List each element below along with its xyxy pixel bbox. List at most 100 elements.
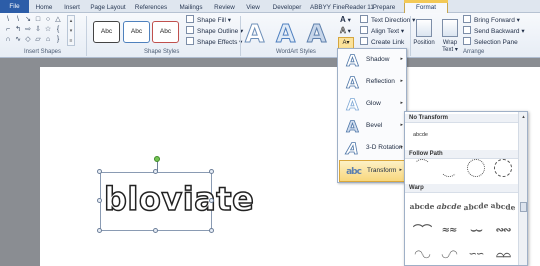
wordart-style-outline[interactable]: A <box>244 19 264 49</box>
text-outline-button[interactable]: A ▾ <box>340 26 351 36</box>
text-effects-menu: A Shadow ▸ A Reflection ▸ A Glow ▸ A Bev… <box>337 48 407 183</box>
tab-mailings[interactable]: Mailings <box>176 2 206 13</box>
arrow-shape-icon[interactable]: ↘ <box>24 16 32 24</box>
send-backward-button[interactable]: Send Backward ▾ <box>463 26 525 36</box>
scribble-shape-icon[interactable]: ∿ <box>14 36 22 44</box>
submenu-scrollbar[interactable]: ▴ <box>518 112 527 265</box>
tab-file[interactable]: File <box>0 0 29 13</box>
wordart-style-blue[interactable]: A <box>275 19 295 49</box>
resize-handle[interactable] <box>97 169 102 174</box>
tab-home[interactable]: Home <box>32 2 56 13</box>
create-link-button[interactable]: Create Link <box>360 37 404 47</box>
connector-shape-icon[interactable]: ↰ <box>14 26 22 34</box>
warp-option[interactable]: abcde <box>436 200 462 214</box>
warp-option[interactable]: ∽∽ <box>463 248 489 262</box>
resize-handle[interactable] <box>153 228 158 233</box>
text-direction-icon <box>360 15 368 23</box>
warp-option[interactable]: ≈≈ <box>436 224 462 238</box>
shadow-effect-icon: A <box>346 51 359 70</box>
send-backward-icon <box>463 26 471 34</box>
selection-pane-button[interactable]: Selection Pane <box>463 37 518 47</box>
menu-item-glow[interactable]: A Glow ▸ <box>339 94 406 116</box>
warp-option[interactable]: abcde <box>463 199 489 216</box>
warp-option[interactable]: ⌣⌣ <box>463 224 489 238</box>
resize-handle[interactable] <box>97 198 102 203</box>
pen-outline-icon <box>186 26 194 34</box>
warp-option[interactable]: ◡◠ <box>436 248 462 262</box>
bracket-shape-icon[interactable]: } <box>54 36 62 44</box>
triangle-shape-icon[interactable]: △ <box>54 16 62 24</box>
curve-shape-icon[interactable]: ∩ <box>4 36 12 44</box>
warp-option[interactable]: abcde <box>409 200 435 214</box>
bring-forward-icon <box>463 15 471 23</box>
arch-down-path-option[interactable] <box>440 159 458 177</box>
line-shape-icon[interactable]: \ <box>4 16 12 24</box>
tab-review[interactable]: Review <box>212 2 237 13</box>
submenu-arrow-icon: ▸ <box>400 100 403 106</box>
tab-prepare[interactable]: Prepare <box>370 2 398 13</box>
bring-forward-button[interactable]: Bring Forward ▾ <box>463 15 520 25</box>
shape-fill-button[interactable]: Shape Fill ▾ <box>186 15 231 25</box>
wordart-style-gradient[interactable]: A <box>306 19 326 49</box>
rotation-handle[interactable] <box>154 156 160 162</box>
submenu-arrow-icon: ▸ <box>400 56 403 62</box>
wrap-text-button[interactable]: Wrap Text ▾ <box>439 17 461 57</box>
resize-handle[interactable] <box>153 169 158 174</box>
arrow-right-shape-icon[interactable]: ⇨ <box>24 26 32 34</box>
arrow-down-shape-icon[interactable]: ⇩ <box>34 26 42 34</box>
tab-format[interactable]: Format <box>404 0 448 14</box>
shape-style-blue[interactable]: Abc <box>123 21 150 43</box>
resize-handle[interactable] <box>209 198 214 203</box>
shapes-gallery[interactable]: \ \ ↘ □ ○ △ ⌐ ↰ ⇨ ⇩ ☆ { ∩ ∿ ◇ ▱ ⌂ } <box>4 16 66 46</box>
menu-item-reflection[interactable]: A Reflection ▸ <box>339 72 406 94</box>
resize-handle[interactable] <box>209 169 214 174</box>
button-path-option[interactable] <box>494 159 512 177</box>
text-fill-button[interactable]: A ▾ <box>340 15 351 25</box>
tab-page-layout[interactable]: Page Layout <box>89 2 127 13</box>
warp-option[interactable]: ∾∾ <box>490 224 516 238</box>
warp-option[interactable]: ◠◡ <box>409 248 435 262</box>
shape-style-dark[interactable]: Abc <box>93 21 120 43</box>
banner-shape-icon[interactable]: ⌂ <box>44 36 52 44</box>
menu-item-3d-rotation[interactable]: A 3-D Rotation ▸ <box>339 138 406 160</box>
resize-handle[interactable] <box>97 228 102 233</box>
selection-pane-icon <box>463 37 471 45</box>
warp-option[interactable]: ⌓⌓ <box>490 248 516 262</box>
oval-shape-icon[interactable]: ○ <box>44 16 52 24</box>
tab-insert[interactable]: Insert <box>60 2 84 13</box>
menu-item-transform[interactable]: abc Transform ▸ <box>339 160 406 182</box>
diamond-shape-icon[interactable]: ◇ <box>24 36 32 44</box>
tab-view[interactable]: View <box>243 2 263 13</box>
rectangle-shape-icon[interactable]: □ <box>34 16 42 24</box>
warp-option[interactable]: abcde <box>490 199 516 216</box>
text-direction-button[interactable]: Text Direction ▾ <box>360 15 415 25</box>
arch-up-path-option[interactable] <box>413 159 431 177</box>
wrap-text-icon <box>442 19 458 37</box>
menu-item-bevel[interactable]: A Bevel ▸ <box>339 116 406 138</box>
menu-item-shadow[interactable]: A Shadow ▸ <box>339 50 406 72</box>
shape-outline-button[interactable]: Shape Outline ▾ <box>186 26 243 36</box>
brace-shape-icon[interactable]: { <box>54 26 62 34</box>
align-text-button[interactable]: Align Text ▾ <box>360 26 404 36</box>
shape-style-red[interactable]: Abc <box>152 21 179 43</box>
freeform-shape-icon[interactable]: ⌐ <box>4 26 12 34</box>
shapes-gallery-scroll[interactable]: ▴ ▾ ≡ <box>67 15 75 46</box>
scroll-up-icon[interactable]: ▴ <box>520 113 527 121</box>
line-shape-icon[interactable]: \ <box>14 16 22 24</box>
follow-path-header: Follow Path <box>405 150 519 159</box>
circle-path-option[interactable] <box>467 159 485 177</box>
wordart-text[interactable]: bloviate <box>103 179 254 219</box>
star-shape-icon[interactable]: ☆ <box>44 26 52 34</box>
group-label-shape-styles: Shape Styles <box>144 49 180 55</box>
tab-developer[interactable]: Developer <box>270 2 304 13</box>
tab-abbyy[interactable]: ABBYY FineReader 11 <box>310 2 374 13</box>
scrollbar-thumb[interactable] <box>520 202 527 212</box>
tab-references[interactable]: References <box>133 2 169 13</box>
warp-option[interactable]: ⌒⌒ <box>409 224 435 238</box>
callout-shape-icon[interactable]: ▱ <box>34 36 42 44</box>
resize-handle[interactable] <box>209 228 214 233</box>
ribbon-tab-bar: File Home Insert Page Layout References … <box>0 0 540 14</box>
position-button[interactable]: Position <box>413 17 435 57</box>
shape-effects-button[interactable]: Shape Effects ▾ <box>186 37 242 47</box>
no-transform-option[interactable]: abcde <box>413 132 428 138</box>
